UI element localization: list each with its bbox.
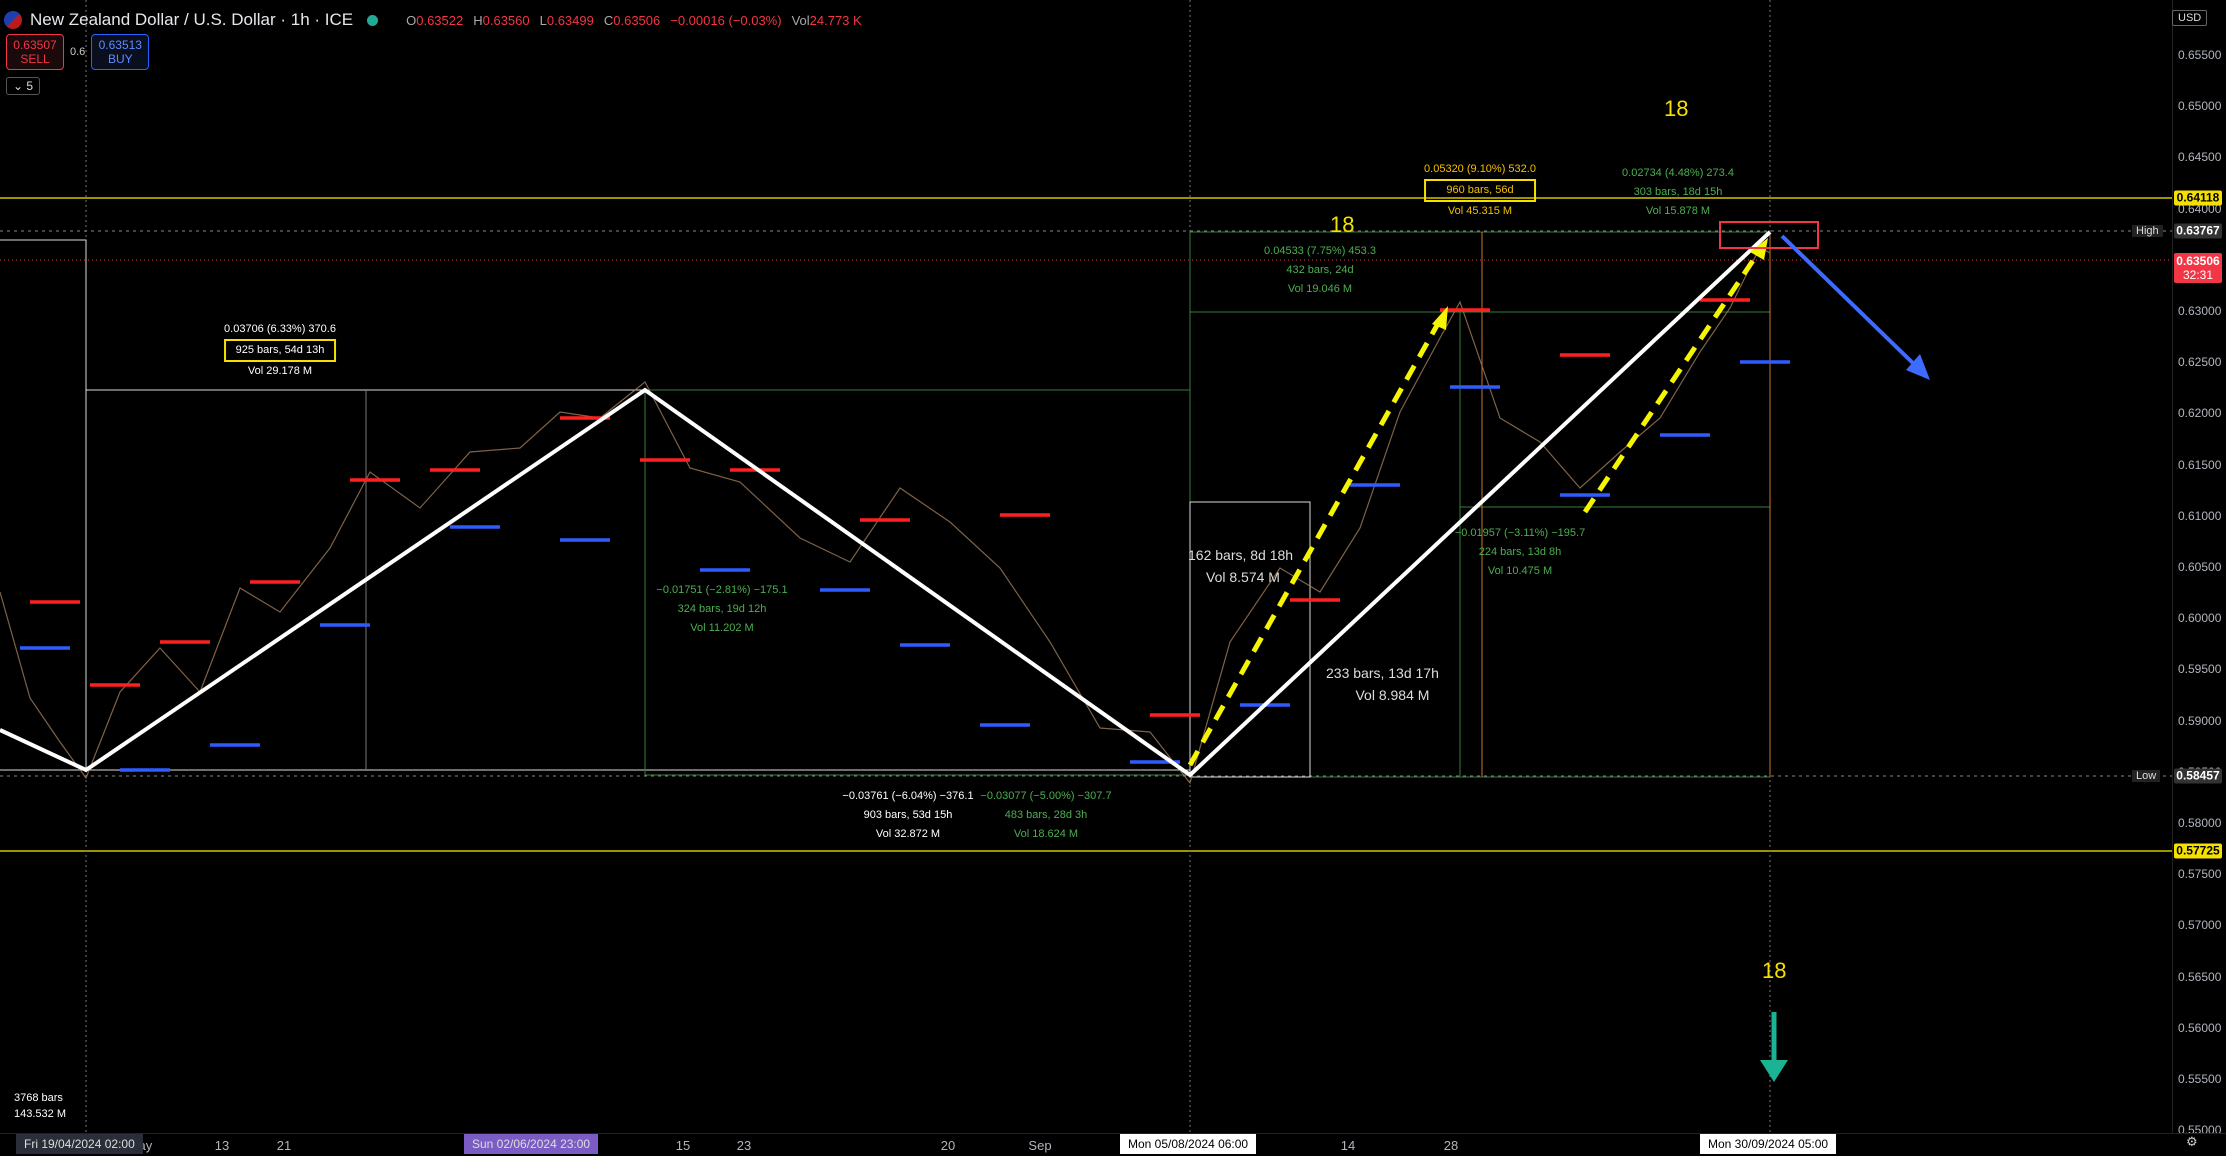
time-tick: 20 [940,1138,956,1153]
time-axis[interactable] [0,1133,2226,1156]
price-tick: 0.63000 [2178,304,2222,318]
time-tick: 13 [214,1138,230,1153]
time-badge-left: Fri 19/04/2024 02:00 [16,1134,143,1154]
time-tick: 15 [675,1138,691,1153]
price-tick: 0.65500 [2178,48,2222,62]
annotation-18-bottom: 18 [1762,958,1787,983]
annotation-18-top: 18 [1664,96,1689,121]
price-tick: 0.55500 [2178,1072,2222,1086]
measure-label-3: −0.03761 (−6.04%) −376.1 903 bars, 53d 15… [842,790,974,840]
down-arrowhead [1760,1060,1788,1082]
time-badge-right: Mon 30/09/2024 05:00 [1700,1134,1837,1154]
measure-label-2: −0.01751 (−2.81%) −175.1 324 bars, 19d 12… [656,584,788,634]
price-tick: 0.61500 [2178,457,2222,472]
price-tick: 0.64500 [2178,150,2222,165]
time-badge-mid2: Mon 05/08/2024 06:00 [1120,1134,1257,1154]
price-badge-top-line: 0.64118 [2174,190,2222,206]
buy-button[interactable]: 0.63513 BUY [91,34,150,70]
sell-button[interactable]: 0.63507 SELL [6,34,64,70]
price-tick: 0.60000 [2178,611,2222,626]
measure-label-5: 0.04533 (7.75%) 453.3 432 bars, 24d Vol 19… [1264,245,1376,295]
price-tick: 0.59000 [2178,713,2222,728]
measure-box-0 [0,239,87,771]
price-tick: 0.56000 [2178,1020,2222,1035]
chart-canvas[interactable] [0,0,2172,1133]
price-tick: 0.60500 [2178,560,2222,574]
price-tick: 0.57500 [2178,867,2222,882]
measure-label-1: 0.03706 (6.33%) 370.6 925 bars, 54d 13h Vo… [224,323,336,377]
measure-box-1 [85,389,1191,771]
price-tick: 0.56500 [2178,969,2222,984]
tradingview-logo-icon: ⚙ [2186,1134,2198,1149]
low-tag: Low [2132,770,2161,782]
measure-label-9: 162 bars, 8d 18h Vol 8.574 M [1188,547,1294,585]
time-tick: Sep [1028,1138,1052,1153]
time-tick: 28 [1443,1138,1459,1153]
symbol-header[interactable]: New Zealand Dollar / U.S. Dollar · 1h · … [4,8,862,32]
time-tick: 23 [736,1138,752,1153]
symbol-title[interactable]: New Zealand Dollar / U.S. Dollar · 1h · … [30,10,353,30]
price-badge-current: 0.63506 32:31 [2174,253,2222,283]
price-tick: 0.62000 [2178,406,2222,421]
price-badge-bottom-line: 0.57725 [2174,843,2222,859]
measure-label-10: 233 bars, 13d 17h Vol 8.984 M [1326,665,1439,703]
interval-toggle[interactable]: ⌄ 5 [6,77,41,95]
price-tick: 0.65000 [2178,99,2222,114]
currency-selector[interactable]: USD [2172,10,2208,26]
price-tick: 0.61000 [2178,508,2222,523]
price-tick: 0.58000 [2178,816,2222,830]
measure-label-4: −0.03077 (−5.00%) −307.7 483 bars, 28d 3h… [980,790,1112,840]
measure-label-8: −0.01957 (−3.11%) −195.7 224 bars, 13d 8h… [1454,527,1586,577]
trade-panel: 0.63507 SELL 0.6 0.63513 BUY [6,34,150,70]
projection-arrow [1780,234,1920,370]
price-tick: 0.57000 [2178,918,2222,933]
spread-value: 0.6 [70,46,86,58]
nzd-flag-icon [4,11,22,29]
high-tag: High [2132,225,2163,237]
price-tick: 0.62500 [2178,355,2222,370]
measure-label-7: 0.02734 (4.48%) 273.4 303 bars, 18d 15h Vo… [1622,167,1734,217]
zigzag-trend-line [0,230,1772,778]
time-badge-mid1: Sun 02/06/2024 23:00 [464,1134,599,1154]
price-tick: 0.59500 [2178,662,2222,677]
annotation-18-mid: 18 [1330,212,1355,237]
ohlc-values: O0.63522 H0.63560 L0.63499 C0.63506 −0.0… [406,12,862,28]
time-tick: 21 [276,1138,292,1153]
time-tick: 14 [1340,1138,1356,1153]
measure-label-11: 3768 bars 143.532 M [14,1092,66,1120]
price-badge-low: 0.58457 [2174,768,2222,784]
price-badge-high: 0.63767 [2174,223,2222,239]
measure-label-6: 0.05320 (9.10%) 532.0 960 bars, 56d Vol 45… [1424,163,1536,217]
market-open-icon [367,14,379,26]
